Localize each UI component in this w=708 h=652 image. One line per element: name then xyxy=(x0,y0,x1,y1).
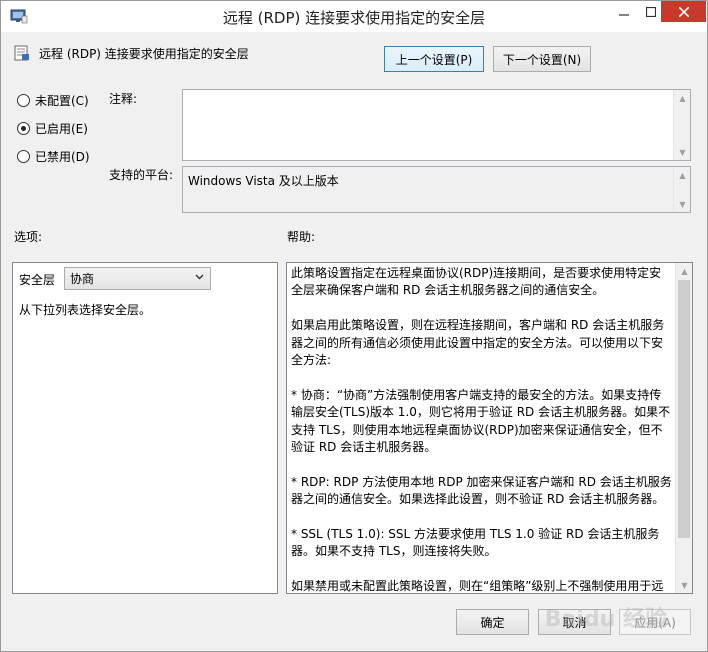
security-layer-label: 安全层 xyxy=(19,273,56,287)
dropdown-value: 协商 xyxy=(70,272,95,286)
options-panel: 安全层 协商 从下拉列表选择安全层。 xyxy=(12,262,278,594)
cancel-button[interactable]: 取消 xyxy=(538,609,611,635)
scroll-down-icon[interactable]: ▼ xyxy=(674,196,691,212)
minimize-icon[interactable] xyxy=(610,1,638,23)
help-paragraph: * 协商：“协商”方法强制使用客户端支持的最安全的方法。如果支持传输层安全(TL… xyxy=(291,387,671,455)
scroll-up-icon[interactable]: ▲ xyxy=(674,167,691,183)
policy-name: 远程 (RDP) 连接要求使用指定的安全层 xyxy=(39,47,249,61)
help-text: 此策略设置指定在远程桌面协议(RDP)连接期间，是否要求使用特定安全层来确保客户… xyxy=(291,265,673,594)
previous-setting-button[interactable]: 上一个设置(P) xyxy=(384,46,484,72)
close-icon[interactable] xyxy=(661,1,706,22)
radio-circle[interactable] xyxy=(17,122,30,135)
help-section-label: 帮助: xyxy=(287,230,316,244)
comment-scrollbar[interactable]: ▲ ▼ xyxy=(673,90,690,160)
comment-textarea[interactable]: ▲ ▼ xyxy=(182,89,691,161)
help-paragraph: 如果启用此策略设置，则在远程连接期间，客户端和 RD 会话主机服务器之间的所有通… xyxy=(291,318,665,368)
policy-setting-icon xyxy=(14,45,29,61)
radio-label: 未配置(C) xyxy=(35,94,89,108)
scroll-thumb[interactable] xyxy=(678,280,690,538)
radio-circle[interactable] xyxy=(17,94,30,107)
ok-button[interactable]: 确定 xyxy=(456,609,529,635)
help-paragraph: 如果禁用或未配置此策略设置，则在“组策略”级别上不强制使用用于远 xyxy=(291,579,664,594)
radio-circle[interactable] xyxy=(17,150,30,163)
security-layer-dropdown[interactable]: 协商 xyxy=(64,267,211,290)
platform-value: Windows Vista 及以上版本 xyxy=(188,174,339,188)
radio-label: 已禁用(D) xyxy=(35,150,90,164)
platform-scrollbar[interactable]: ▲ ▼ xyxy=(673,167,690,212)
help-paragraph: * SSL (TLS 1.0): SSL 方法要求使用 TLS 1.0 验证 R… xyxy=(291,527,660,559)
scroll-down-icon[interactable]: ▼ xyxy=(674,144,691,160)
next-setting-button[interactable]: 下一个设置(N) xyxy=(493,46,591,72)
comment-label: 注释: xyxy=(109,92,138,106)
platform-label: 支持的平台: xyxy=(109,168,174,182)
scroll-up-icon[interactable]: ▲ xyxy=(674,90,691,106)
scroll-up-icon[interactable]: ▲ xyxy=(676,263,692,279)
platform-field: Windows Vista 及以上版本 ▲ ▼ xyxy=(182,166,691,213)
scroll-down-icon[interactable]: ▼ xyxy=(676,577,692,593)
help-scrollbar[interactable]: ▲ ▼ xyxy=(675,263,692,593)
help-paragraph: * RDP: RDP 方法使用本地 RDP 加密来保证客户端和 RD 会话主机服… xyxy=(291,474,672,507)
policy-dialog: 远程 (RDP) 连接要求使用指定的安全层 远程 (RDP) 连接要求使用指定的… xyxy=(0,0,708,652)
help-paragraph: 此策略设置指定在远程桌面协议(RDP)连接期间，是否要求使用特定安全层来确保客户… xyxy=(291,266,662,298)
window-title: 远程 (RDP) 连接要求使用指定的安全层 xyxy=(222,9,486,27)
radio-enabled[interactable]: 已启用(E) xyxy=(17,120,88,137)
option-description: 从下拉列表选择安全层。 xyxy=(19,303,152,317)
apply-button[interactable]: 应用(A) xyxy=(619,609,691,635)
radio-disabled[interactable]: 已禁用(D) xyxy=(17,148,90,165)
radio-not-configured[interactable]: 未配置(C) xyxy=(17,92,89,109)
options-section-label: 选项: xyxy=(14,230,43,244)
radio-label: 已启用(E) xyxy=(35,122,88,136)
chevron-down-icon xyxy=(195,272,204,284)
title-bar[interactable]: 远程 (RDP) 连接要求使用指定的安全层 xyxy=(1,1,707,32)
help-panel: 此策略设置指定在远程桌面协议(RDP)连接期间，是否要求使用特定安全层来确保客户… xyxy=(286,262,693,594)
